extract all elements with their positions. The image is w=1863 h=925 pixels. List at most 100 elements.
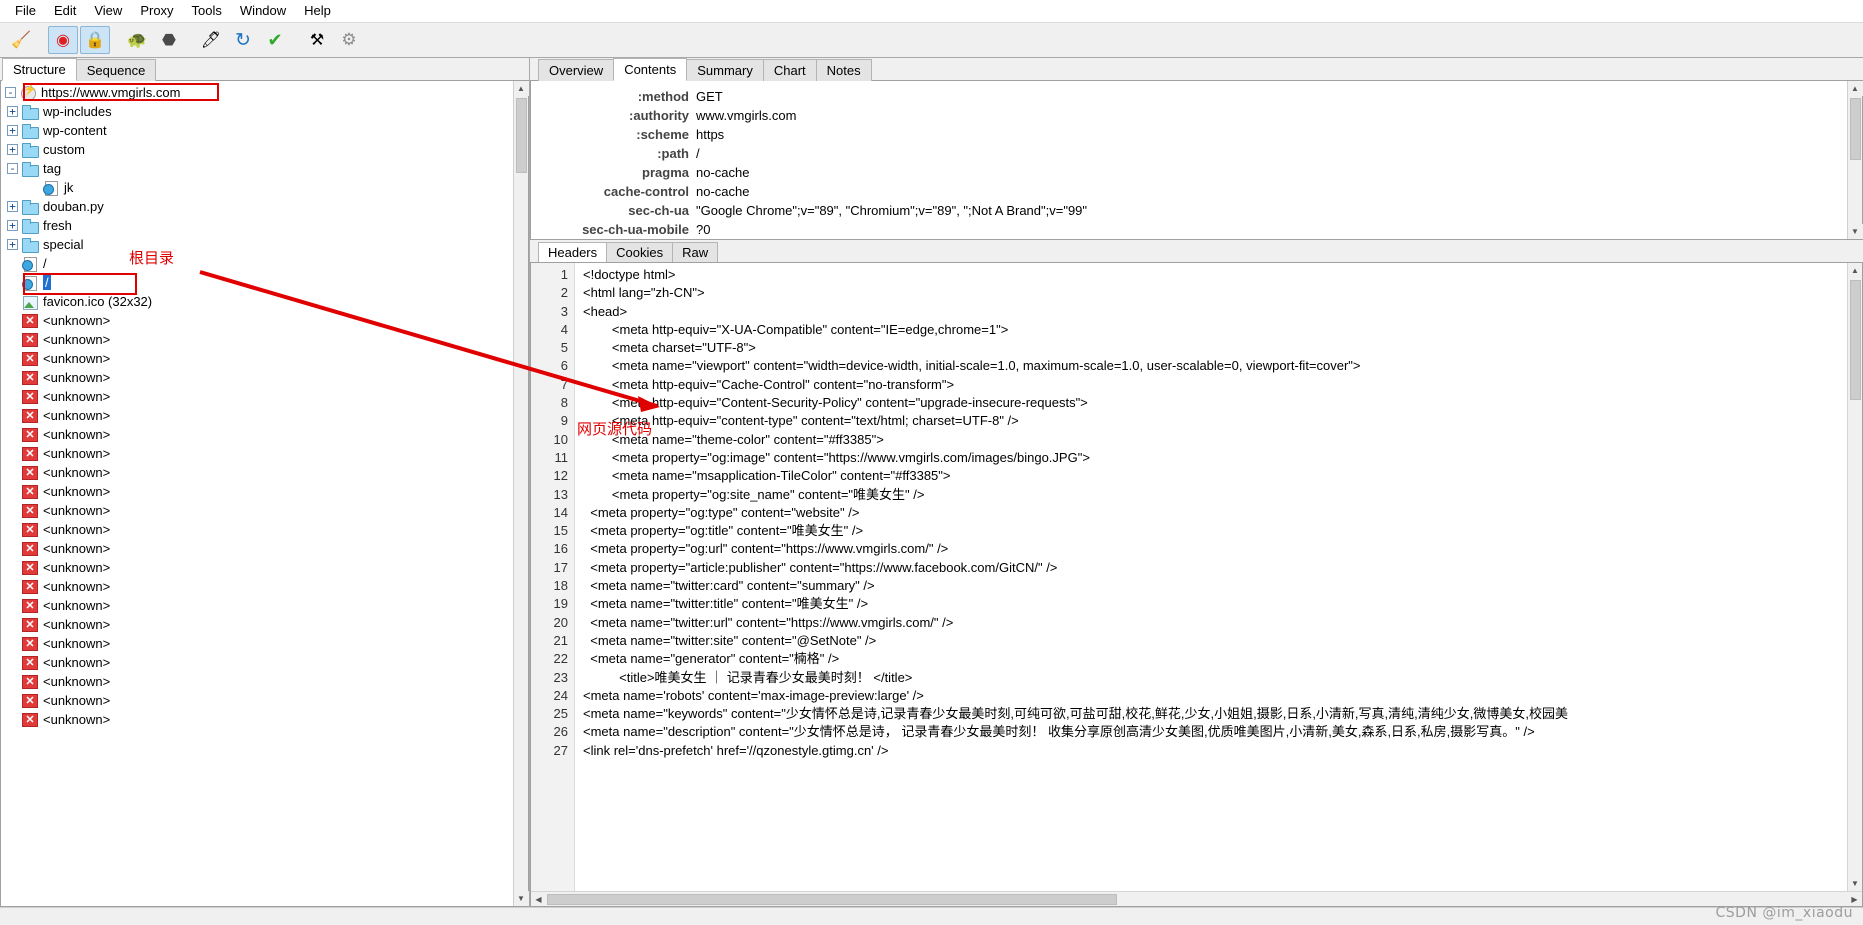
headers-vertical-scrollbar[interactable]: ▲ ▼ — [1847, 81, 1863, 239]
tab-summary[interactable]: Summary — [686, 59, 764, 81]
code-scroll-left-icon[interactable]: ◀ — [531, 892, 546, 907]
tree-node[interactable]: ✕ <unknown> — [1, 691, 513, 710]
menu-item-tools[interactable]: Tools — [183, 1, 231, 21]
subtab-raw[interactable]: Raw — [672, 242, 719, 262]
tab-notes[interactable]: Notes — [815, 59, 872, 81]
tree-node[interactable]: ✕ <unknown> — [1, 501, 513, 520]
menu-item-file[interactable]: File — [6, 1, 45, 21]
tree-node[interactable]: ✕ <unknown> — [1, 577, 513, 596]
tree-node[interactable]: ✕ <unknown> — [1, 672, 513, 691]
tree-node[interactable]: ✕ <unknown> — [1, 558, 513, 577]
record-icon[interactable]: ◉ — [48, 26, 78, 54]
tree-node[interactable]: ✕ <unknown> — [1, 425, 513, 444]
scroll-up-icon[interactable]: ▲ — [513, 81, 529, 96]
tree-node-label: jk — [64, 180, 74, 195]
code-horizontal-scrollbar[interactable]: ◀ ▶ — [531, 891, 1862, 906]
subtab-cookies[interactable]: Cookies — [606, 242, 674, 262]
ssl-proxying-icon[interactable]: 🔒 — [80, 26, 110, 54]
tree-node[interactable]: jk — [1, 178, 513, 197]
tree-vertical-scrollbar[interactable]: ▲ ▼ — [513, 81, 529, 906]
code-vertical-scrollbar[interactable]: ▲ ▼ — [1847, 263, 1862, 891]
tree-node[interactable]: ✕ <unknown> — [1, 615, 513, 634]
header-row[interactable]: :authority www.vmgirls.com — [531, 106, 1847, 125]
repeat-icon[interactable]: ↻ — [228, 26, 258, 54]
header-row[interactable]: :path / — [531, 144, 1847, 163]
tree-node[interactable]: favicon.ico (32x32) — [1, 292, 513, 311]
clear-session-icon[interactable]: 🧹 — [6, 26, 36, 54]
headers-scroll-thumb[interactable] — [1849, 98, 1861, 160]
code-scroll-up-icon[interactable]: ▲ — [1847, 263, 1862, 278]
tree-node[interactable]: ✕ <unknown> — [1, 596, 513, 615]
line-number-gutter: 1 2 3 4 5 6 7 8 9 10 11 12 13 14 15 16 17 18 19 20 21 22 23 24 2… — [531, 263, 575, 891]
tree-scroll-area[interactable]: - https://www.vmgirls.com + wp-includes + wp-… — [1, 81, 513, 906]
tree-node[interactable]: / — [1, 254, 513, 273]
headers-scroll-down-icon[interactable]: ▼ — [1847, 224, 1863, 239]
tree-node[interactable]: ✕ <unknown> — [1, 387, 513, 406]
header-row[interactable]: sec-ch-ua "Google Chrome";v="89", "Chromi… — [531, 201, 1847, 220]
headers-scroll-up-icon[interactable]: ▲ — [1847, 81, 1863, 96]
tree-node[interactable]: ✕ <unknown> — [1, 368, 513, 387]
collapse-icon[interactable]: - — [5, 87, 16, 98]
tab-sequence[interactable]: Sequence — [75, 59, 157, 81]
expand-icon[interactable]: + — [7, 239, 18, 250]
code-content[interactable]: <!doctype html> <html lang="zh-CN"> <head>… — [575, 263, 1847, 891]
tree-node[interactable]: / — [1, 273, 513, 292]
expand-icon[interactable]: + — [7, 125, 18, 136]
compose-icon[interactable]: 🖊 — [196, 26, 226, 54]
tree-node[interactable]: ✕ <unknown> — [1, 482, 513, 501]
tree-node[interactable]: ✕ <unknown> — [1, 710, 513, 729]
header-row[interactable]: sec-ch-ua-mobile ?0 — [531, 220, 1847, 239]
tab-contents[interactable]: Contents — [613, 58, 688, 81]
tools-icon[interactable]: ⚒ — [302, 26, 332, 54]
validate-icon[interactable]: ✔ — [260, 26, 290, 54]
menu-item-view[interactable]: View — [85, 1, 131, 21]
tab-structure[interactable]: Structure — [2, 58, 77, 81]
expand-icon[interactable]: + — [7, 106, 18, 117]
collapse-icon[interactable]: - — [7, 163, 18, 174]
tree-scroll-thumb[interactable] — [515, 98, 527, 173]
tab-overview[interactable]: Overview — [538, 59, 615, 81]
tree-node[interactable]: ✕ <unknown> — [1, 634, 513, 653]
menu-item-edit[interactable]: Edit — [45, 1, 85, 21]
tree-node[interactable]: ✕ <unknown> — [1, 463, 513, 482]
tree-node[interactable]: + wp-includes — [1, 102, 513, 121]
code-scroll-down-icon[interactable]: ▼ — [1847, 876, 1862, 891]
tree-node[interactable]: + fresh — [1, 216, 513, 235]
tree-node[interactable]: ✕ <unknown> — [1, 539, 513, 558]
tree-node[interactable]: ✕ <unknown> — [1, 330, 513, 349]
expand-icon[interactable]: + — [7, 144, 18, 155]
tab-chart[interactable]: Chart — [762, 59, 817, 81]
tree-node[interactable]: + custom — [1, 140, 513, 159]
headers-list[interactable]: :method GET:authority www.vmgirls.com:sche… — [531, 81, 1847, 239]
tree-node[interactable]: ✕ <unknown> — [1, 406, 513, 425]
throttle-icon[interactable]: 🐢 — [122, 26, 152, 54]
menu-item-help[interactable]: Help — [295, 1, 340, 21]
header-row[interactable]: pragma no-cache — [531, 163, 1847, 182]
tree-node[interactable]: ✕ <unknown> — [1, 349, 513, 368]
tree-node[interactable]: ✕ <unknown> — [1, 311, 513, 330]
expand-icon[interactable]: + — [7, 201, 18, 212]
settings-icon[interactable]: ⚙ — [334, 26, 364, 54]
code-hscroll-thumb[interactable] — [547, 893, 1117, 905]
tree-node[interactable]: + wp-content — [1, 121, 513, 140]
tree-node[interactable]: ✕ <unknown> — [1, 444, 513, 463]
session-tree[interactable]: - https://www.vmgirls.com + wp-includes + wp-… — [1, 81, 513, 729]
scroll-down-icon[interactable]: ▼ — [513, 891, 529, 906]
subtab-headers[interactable]: Headers — [538, 242, 608, 262]
header-row[interactable]: :method GET — [531, 87, 1847, 106]
tree-node[interactable]: + special — [1, 235, 513, 254]
tree-node[interactable]: - tag — [1, 159, 513, 178]
header-row[interactable]: :scheme https — [531, 125, 1847, 144]
menu-item-proxy[interactable]: Proxy — [131, 1, 182, 21]
tree-node[interactable]: - https://www.vmgirls.com — [1, 83, 513, 102]
menu-item-window[interactable]: Window — [231, 1, 295, 21]
page-source-annotation: 网页源代码 — [577, 420, 653, 438]
tree-node[interactable]: + douban.py — [1, 197, 513, 216]
tree-node[interactable]: ✕ <unknown> — [1, 520, 513, 539]
breakpoints-icon[interactable]: ⬣ — [154, 26, 184, 54]
header-row[interactable]: cache-control no-cache — [531, 182, 1847, 201]
tree-node[interactable]: ✕ <unknown> — [1, 653, 513, 672]
code-scroll-thumb[interactable] — [1849, 280, 1861, 400]
code-viewer[interactable]: 1 2 3 4 5 6 7 8 9 10 11 12 13 14 15 16 17 18 19 20 21 22 23 24 2… — [531, 263, 1862, 891]
expand-icon[interactable]: + — [7, 220, 18, 231]
